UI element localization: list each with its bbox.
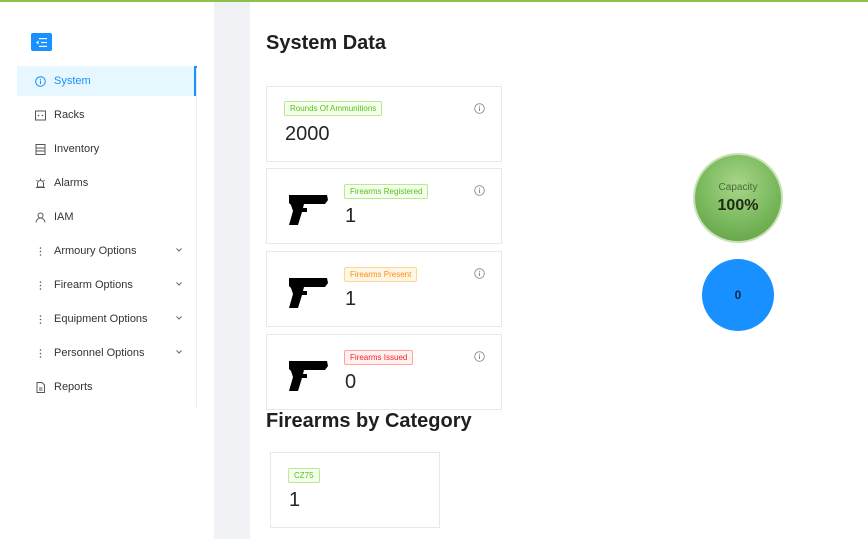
sidebar-item-label: Personnel Options [54, 347, 145, 359]
sidebar-item-system[interactable]: System [17, 66, 197, 96]
pistol-icon [289, 278, 328, 308]
sidebar-divider [196, 68, 197, 408]
file-icon [34, 381, 46, 393]
sidebar-item-label: IAM [54, 211, 74, 223]
page-title: System Data [266, 32, 387, 54]
sidebar-item-label: Armoury Options [54, 245, 137, 257]
capacity-value: 100% [717, 196, 759, 214]
chevron-down-icon [176, 248, 182, 252]
chevron-down-icon [176, 316, 182, 320]
sidebar-item-firearm-options[interactable]: Firearm Options [17, 270, 197, 300]
sidebar-item-personnel-options[interactable]: Personnel Options [17, 338, 197, 368]
more-vertical-icon [34, 279, 46, 291]
category-value: 1 [289, 489, 301, 511]
sidebar-menu: System Racks Inventory Alarms IAM Armour… [17, 66, 197, 406]
capacity-gauge: Capacity 100% [693, 153, 783, 243]
sidebar-item-iam[interactable]: IAM [17, 202, 197, 232]
sidebar-item-label: Reports [54, 381, 93, 393]
count-gauge: 0 [702, 259, 774, 331]
firearms-present-card: Firearms Present 1 [266, 251, 502, 327]
more-vertical-icon [34, 313, 46, 325]
user-icon [34, 211, 46, 223]
sidebar-item-label: System [54, 75, 91, 87]
ammunition-value: 2000 [285, 123, 330, 145]
sidebar-item-label: Firearm Options [54, 279, 133, 291]
pistol-icon [289, 195, 328, 225]
more-vertical-icon [34, 347, 46, 359]
menu-toggle-button[interactable] [31, 33, 52, 51]
firearms-present-value: 1 [345, 288, 357, 310]
firearms-present-tag: Firearms Present [344, 267, 418, 282]
category-tag: CZ75 [288, 468, 320, 483]
sidebar-item-armoury-options[interactable]: Armoury Options [17, 236, 197, 266]
sidebar-item-label: Equipment Options [54, 313, 148, 325]
sidebar-item-alarms[interactable]: Alarms [17, 168, 197, 198]
sidebar-item-label: Racks [54, 109, 85, 121]
count-value: 0 [734, 288, 742, 302]
sidebar-item-inventory[interactable]: Inventory [17, 134, 197, 164]
firearms-registered-value: 1 [345, 205, 357, 227]
list-icon [34, 143, 46, 155]
sidebar-item-label: Inventory [54, 143, 100, 155]
chevron-down-icon [176, 282, 182, 286]
firearms-issued-tag: Firearms Issued [344, 350, 414, 365]
ammunition-card: Rounds Of Ammunitions 2000 [266, 86, 502, 162]
category-card: CZ75 1 [270, 452, 440, 528]
sidebar: System Racks Inventory Alarms IAM Armour… [0, 2, 214, 539]
sidebar-item-reports[interactable]: Reports [17, 372, 197, 402]
firearms-issued-card: Firearms Issued 0 [266, 334, 502, 410]
sidebar-item-racks[interactable]: Racks [17, 100, 197, 130]
info-icon[interactable] [474, 185, 485, 196]
firearms-registered-tag: Firearms Registered [344, 184, 429, 199]
pistol-icon [289, 361, 328, 391]
menu-fold-icon [36, 37, 47, 47]
ammunition-tag: Rounds Of Ammunitions [284, 101, 383, 116]
info-circle-icon [34, 75, 46, 87]
sidebar-item-label: Alarms [54, 177, 89, 189]
info-icon[interactable] [474, 268, 485, 279]
category-section-title: Firearms by Category [266, 410, 472, 432]
info-icon[interactable] [474, 103, 485, 114]
firearms-registered-card: Firearms Registered 1 [266, 168, 502, 244]
sidebar-item-equipment-options[interactable]: Equipment Options [17, 304, 197, 334]
info-icon[interactable] [474, 351, 485, 362]
alarm-icon [34, 177, 46, 189]
capacity-label: Capacity [718, 181, 758, 193]
firearms-issued-value: 0 [345, 371, 357, 393]
layout-gutter [214, 2, 250, 539]
rack-icon [34, 109, 46, 121]
chevron-down-icon [176, 350, 182, 354]
more-vertical-icon [34, 245, 46, 257]
